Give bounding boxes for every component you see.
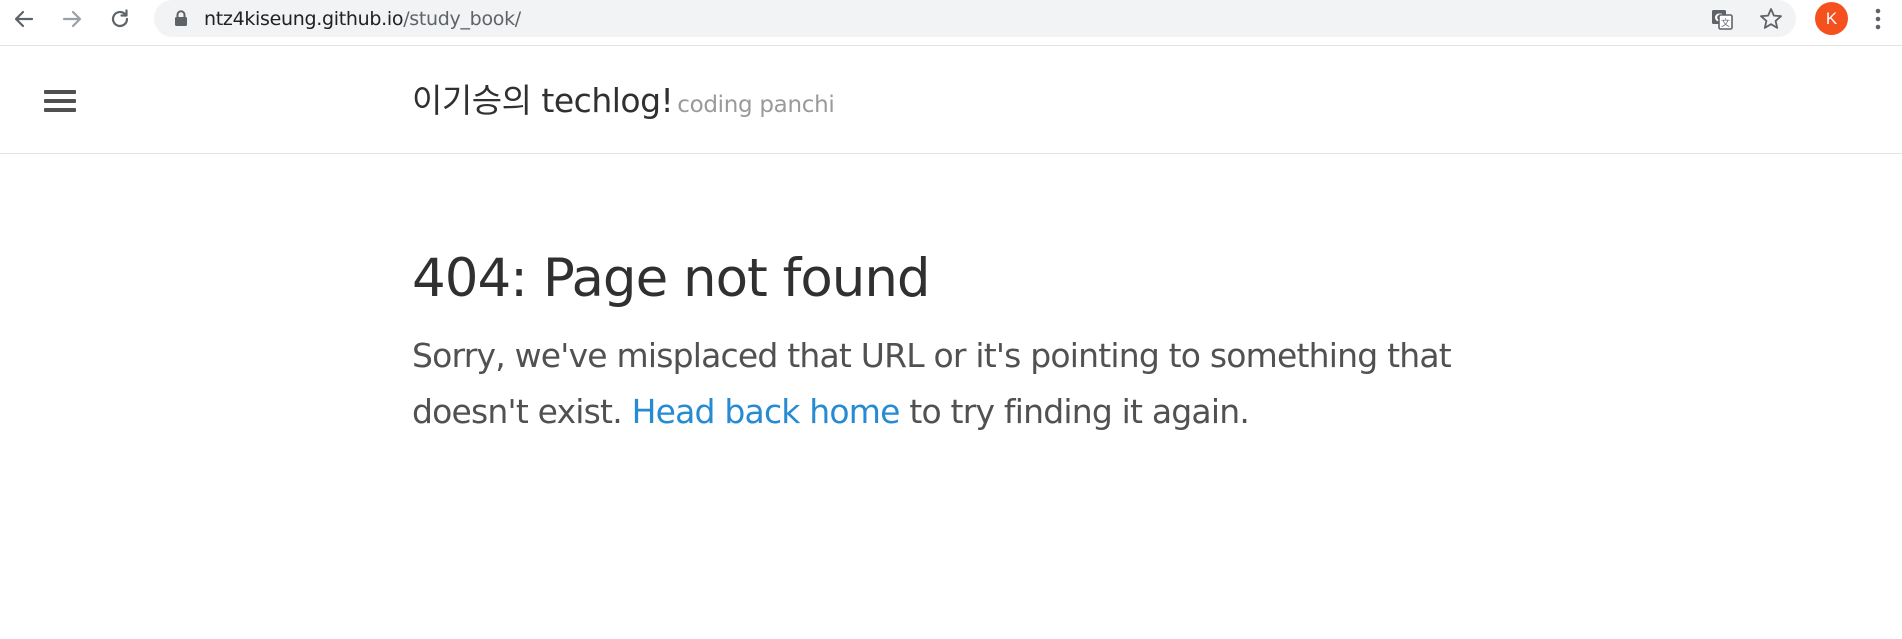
arrow-left-icon xyxy=(14,10,34,28)
arrow-right-icon xyxy=(62,10,82,28)
translate-icon[interactable]: G 文 xyxy=(1710,7,1734,31)
site-tagline: coding panchi xyxy=(677,92,835,118)
page-title: 404: Page not found xyxy=(412,248,931,309)
main-content: 404: Page not found Sorry, we've misplac… xyxy=(412,248,1492,440)
error-message: Sorry, we've misplaced that URL or it's … xyxy=(412,328,1492,440)
hamburger-icon[interactable] xyxy=(44,88,76,114)
forward-button[interactable] xyxy=(58,5,86,33)
address-bar[interactable]: ntz4kiseung.github.io/study_book/ G 文 xyxy=(154,0,1796,37)
star-icon[interactable] xyxy=(1758,6,1784,32)
reload-button[interactable] xyxy=(106,5,134,33)
url-path: /study_book/ xyxy=(403,8,521,30)
svg-text:文: 文 xyxy=(1721,17,1730,29)
reload-icon xyxy=(111,9,129,28)
hamburger-line xyxy=(44,90,76,94)
kebab-menu-icon[interactable] xyxy=(1866,4,1890,34)
message-text-end: to try finding it again. xyxy=(909,392,1250,431)
back-button[interactable] xyxy=(10,5,38,33)
site-title: 이기승의 techlog! xyxy=(412,81,674,120)
home-link[interactable]: Head back home xyxy=(632,392,901,431)
lock-icon[interactable] xyxy=(174,10,188,26)
site-header: 이기승의 techlog! coding panchi xyxy=(0,46,1902,154)
site-title-link[interactable]: 이기승의 techlog! coding panchi xyxy=(412,74,835,122)
profile-avatar[interactable]: K xyxy=(1815,2,1848,35)
hamburger-line xyxy=(44,108,76,112)
browser-toolbar: ntz4kiseung.github.io/study_book/ G 文 K xyxy=(0,0,1902,46)
hamburger-line xyxy=(44,99,76,103)
url-text[interactable]: ntz4kiseung.github.io/study_book/ xyxy=(204,8,521,30)
url-host: ntz4kiseung.github.io xyxy=(204,8,404,30)
